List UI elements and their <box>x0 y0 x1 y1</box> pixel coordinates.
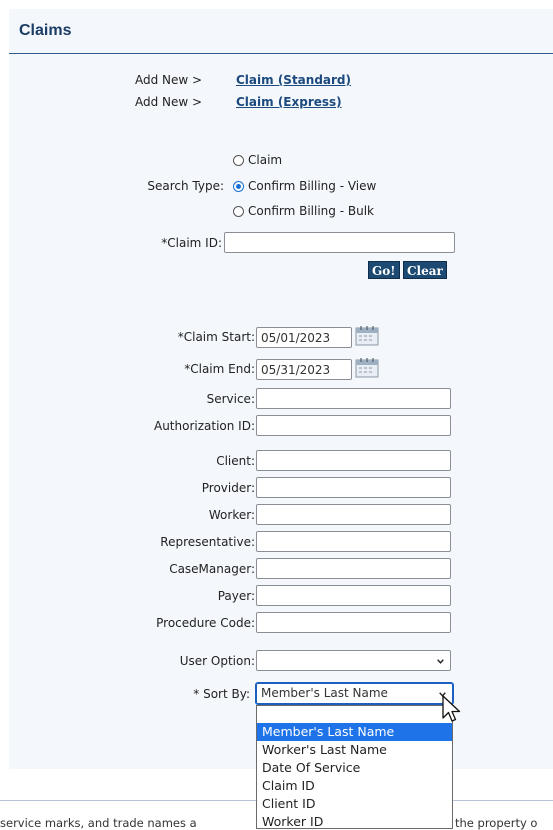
authorization-id-input[interactable] <box>256 415 451 436</box>
payer-input[interactable] <box>256 585 451 606</box>
client-input[interactable] <box>256 450 451 471</box>
case-manager-label: CaseManager: <box>169 562 255 576</box>
search-type-claim-label: Claim <box>248 153 283 167</box>
search-type-confirm-view-radio[interactable] <box>233 181 244 192</box>
claim-id-label: *Claim ID: <box>161 236 222 250</box>
case-manager-input[interactable] <box>256 558 451 579</box>
sort-by-value: Member's Last Name <box>261 686 388 700</box>
go-button[interactable]: Go! <box>368 261 400 279</box>
sort-by-select[interactable]: Member's Last Name <box>255 682 454 705</box>
representative-label: Representative: <box>160 535 255 549</box>
service-label: Service: <box>206 392 255 406</box>
representative-input[interactable] <box>256 531 451 552</box>
mouse-cursor-icon <box>442 695 461 722</box>
claim-standard-link[interactable]: Claim (Standard) <box>236 73 351 87</box>
claim-id-input[interactable] <box>224 232 455 253</box>
payer-label: Payer: <box>217 589 255 603</box>
sort-option-date-of-service[interactable]: Date Of Service <box>257 759 452 777</box>
sort-by-dropdown-list[interactable]: Member's Last Name Worker's Last Name Da… <box>256 705 453 829</box>
sort-option-worker-id[interactable]: Worker ID <box>257 813 452 828</box>
panel-header: Claims <box>9 9 553 54</box>
sort-option-client-id[interactable]: Client ID <box>257 795 452 813</box>
sort-by-label: * Sort By: <box>193 687 250 701</box>
user-option-select[interactable] <box>256 650 451 671</box>
search-type-label: Search Type: <box>147 179 224 193</box>
claim-start-input[interactable] <box>256 327 352 348</box>
sort-option-claim-id[interactable]: Claim ID <box>257 777 452 795</box>
footer-text-right: the property o <box>455 816 538 830</box>
search-type-claim-radio[interactable] <box>233 155 244 166</box>
claim-end-input[interactable] <box>256 359 352 380</box>
claim-start-label: *Claim Start: <box>177 330 255 344</box>
search-type-confirm-bulk-label: Confirm Billing - Bulk <box>248 204 374 218</box>
worker-input[interactable] <box>256 504 451 525</box>
sort-option-worker-last-name[interactable]: Worker's Last Name <box>257 741 452 759</box>
authorization-id-label: Authorization ID: <box>153 419 255 433</box>
user-option-label: User Option: <box>179 654 255 668</box>
search-type-confirm-view-label: Confirm Billing - View <box>248 179 377 193</box>
footer-text-left: service marks, and trade names a <box>0 816 197 830</box>
provider-input[interactable] <box>256 477 451 498</box>
claim-express-link[interactable]: Claim (Express) <box>236 95 342 109</box>
procedure-code-input[interactable] <box>256 612 451 633</box>
search-type-confirm-bulk-radio[interactable] <box>233 206 244 217</box>
add-new-prefix: Add New > <box>135 95 203 109</box>
calendar-icon[interactable] <box>355 325 379 346</box>
service-input[interactable] <box>256 388 451 409</box>
sort-option-member-last-name[interactable]: Member's Last Name <box>257 723 452 741</box>
procedure-code-label: Procedure Code: <box>156 616 255 630</box>
worker-label: Worker: <box>208 508 255 522</box>
provider-label: Provider: <box>201 481 255 495</box>
page-title: Claims <box>19 22 72 39</box>
clear-button[interactable]: Clear <box>403 261 447 279</box>
add-new-prefix: Add New > <box>135 73 203 87</box>
calendar-icon[interactable] <box>355 357 379 378</box>
chevron-down-icon <box>437 659 444 664</box>
dropdown-blank-row <box>257 706 452 723</box>
client-label: Client: <box>216 454 255 468</box>
claim-end-label: *Claim End: <box>184 362 255 376</box>
